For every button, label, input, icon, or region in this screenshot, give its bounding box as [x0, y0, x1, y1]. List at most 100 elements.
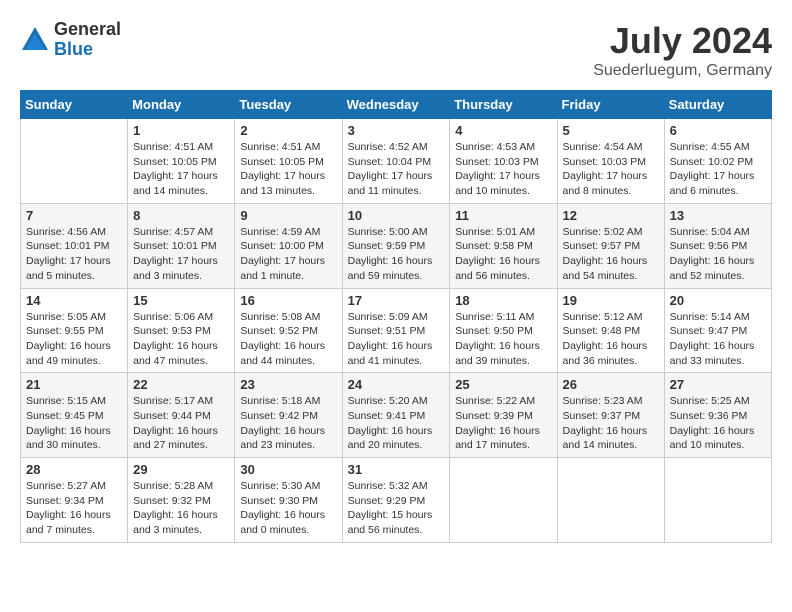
day-info: Sunrise: 5:12 AMSunset: 9:48 PMDaylight:…: [563, 310, 659, 369]
header-saturday: Saturday: [664, 91, 771, 119]
day-number: 13: [670, 208, 766, 223]
calendar-cell-w5-d5: [450, 458, 557, 543]
header-sunday: Sunday: [21, 91, 128, 119]
day-info: Sunrise: 5:30 AMSunset: 9:30 PMDaylight:…: [240, 479, 336, 538]
day-number: 18: [455, 293, 551, 308]
calendar-cell-w4-d3: 23Sunrise: 5:18 AMSunset: 9:42 PMDayligh…: [235, 373, 342, 458]
day-info: Sunrise: 5:14 AMSunset: 9:47 PMDaylight:…: [670, 310, 766, 369]
day-info: Sunrise: 4:53 AMSunset: 10:03 PMDaylight…: [455, 140, 551, 199]
day-info: Sunrise: 4:52 AMSunset: 10:04 PMDaylight…: [348, 140, 445, 199]
day-info: Sunrise: 5:00 AMSunset: 9:59 PMDaylight:…: [348, 225, 445, 284]
calendar-week-1: 1Sunrise: 4:51 AMSunset: 10:05 PMDayligh…: [21, 119, 772, 204]
calendar-cell-w2-d7: 13 Sunrise: 5:04 AMSunset: 9:56 PMDayligh…: [664, 203, 771, 288]
day-number: 25: [455, 377, 551, 392]
calendar-cell-w1-d5: 4 Sunrise: 4:53 AMSunset: 10:03 PMDayligh…: [450, 119, 557, 204]
calendar-cell-w3-d4: 17 Sunrise: 5:09 AMSunset: 9:51 PMDayligh…: [342, 288, 450, 373]
calendar-table: Sunday Monday Tuesday Wednesday Thursday…: [20, 90, 772, 543]
day-info: Sunrise: 5:11 AMSunset: 9:50 PMDaylight:…: [455, 310, 551, 369]
day-number: 8: [133, 208, 229, 223]
calendar-week-5: 28 Sunrise: 5:27 AMSunset: 9:34 PMDayligh…: [21, 458, 772, 543]
calendar-week-4: 21 Sunrise: 5:15 AMSunset: 9:45 PMDayligh…: [21, 373, 772, 458]
day-info: Sunrise: 4:51 AMSunset: 10:05 PMDaylight…: [133, 140, 229, 199]
calendar-cell-w5-d2: 29Sunrise: 5:28 AMSunset: 9:32 PMDayligh…: [128, 458, 235, 543]
month-year-title: July 2024: [593, 20, 772, 62]
day-info: Sunrise: 5:04 AMSunset: 9:56 PMDaylight:…: [670, 225, 766, 284]
day-info: Sunrise: 5:15 AMSunset: 9:45 PMDaylight:…: [26, 394, 122, 453]
header-monday: Monday: [128, 91, 235, 119]
day-info: Sunrise: 4:55 AMSunset: 10:02 PMDaylight…: [670, 140, 766, 199]
calendar-cell-w4-d1: 21 Sunrise: 5:15 AMSunset: 9:45 PMDayligh…: [21, 373, 128, 458]
day-number: 15: [133, 293, 229, 308]
calendar-cell-w5-d7: [664, 458, 771, 543]
header-tuesday: Tuesday: [235, 91, 342, 119]
calendar-week-3: 14 Sunrise: 5:05 AMSunset: 9:55 PMDayligh…: [21, 288, 772, 373]
calendar-cell-w3-d7: 20 Sunrise: 5:14 AMSunset: 9:47 PMDayligh…: [664, 288, 771, 373]
day-info: Sunrise: 5:20 AMSunset: 9:41 PMDaylight:…: [348, 394, 445, 453]
calendar-cell-w3-d2: 15 Sunrise: 5:06 AMSunset: 9:53 PMDayligh…: [128, 288, 235, 373]
logo: General Blue: [20, 20, 121, 60]
day-info: Sunrise: 4:56 AMSunset: 10:01 PMDaylight…: [26, 225, 122, 284]
calendar-cell-w2-d3: 9 Sunrise: 4:59 AMSunset: 10:00 PMDayligh…: [235, 203, 342, 288]
day-number: 20: [670, 293, 766, 308]
day-info: Sunrise: 5:23 AMSunset: 9:37 PMDaylight:…: [563, 394, 659, 453]
header-friday: Friday: [557, 91, 664, 119]
calendar-cell-w4-d6: 26Sunrise: 5:23 AMSunset: 9:37 PMDayligh…: [557, 373, 664, 458]
day-number: 12: [563, 208, 659, 223]
logo-icon: [20, 25, 50, 55]
calendar-cell-w2-d1: 7 Sunrise: 4:56 AMSunset: 10:01 PMDayligh…: [21, 203, 128, 288]
day-info: Sunrise: 4:54 AMSunset: 10:03 PMDaylight…: [563, 140, 659, 199]
day-number: 21: [26, 377, 122, 392]
calendar-cell-w2-d6: 12 Sunrise: 5:02 AMSunset: 9:57 PMDayligh…: [557, 203, 664, 288]
day-number: 30: [240, 462, 336, 477]
calendar-cell-w1-d2: 1Sunrise: 4:51 AMSunset: 10:05 PMDayligh…: [128, 119, 235, 204]
day-info: Sunrise: 5:09 AMSunset: 9:51 PMDaylight:…: [348, 310, 445, 369]
calendar-cell-w4-d5: 25 Sunrise: 5:22 AMSunset: 9:39 PMDayligh…: [450, 373, 557, 458]
day-info: Sunrise: 5:28 AMSunset: 9:32 PMDaylight:…: [133, 479, 229, 538]
header-wednesday: Wednesday: [342, 91, 450, 119]
calendar-cell-w1-d1: [21, 119, 128, 204]
day-number: 16: [240, 293, 336, 308]
day-number: 31: [348, 462, 445, 477]
calendar-cell-w4-d4: 24Sunrise: 5:20 AMSunset: 9:41 PMDayligh…: [342, 373, 450, 458]
day-number: 23: [240, 377, 336, 392]
day-info: Sunrise: 5:08 AMSunset: 9:52 PMDaylight:…: [240, 310, 336, 369]
calendar-cell-w3-d5: 18 Sunrise: 5:11 AMSunset: 9:50 PMDayligh…: [450, 288, 557, 373]
day-number: 11: [455, 208, 551, 223]
calendar-cell-w2-d5: 11 Sunrise: 5:01 AMSunset: 9:58 PMDayligh…: [450, 203, 557, 288]
title-block: July 2024 Suederluegum, Germany: [593, 20, 772, 80]
logo-general-text: General: [54, 20, 121, 40]
calendar-cell-w3-d1: 14 Sunrise: 5:05 AMSunset: 9:55 PMDayligh…: [21, 288, 128, 373]
day-info: Sunrise: 5:25 AMSunset: 9:36 PMDaylight:…: [670, 394, 766, 453]
calendar-cell-w4-d7: 27Sunrise: 5:25 AMSunset: 9:36 PMDayligh…: [664, 373, 771, 458]
day-info: Sunrise: 5:22 AMSunset: 9:39 PMDaylight:…: [455, 394, 551, 453]
day-number: 5: [563, 123, 659, 138]
calendar-week-2: 7 Sunrise: 4:56 AMSunset: 10:01 PMDayligh…: [21, 203, 772, 288]
calendar-cell-w2-d2: 8Sunrise: 4:57 AMSunset: 10:01 PMDayligh…: [128, 203, 235, 288]
day-info: Sunrise: 4:59 AMSunset: 10:00 PMDaylight…: [240, 225, 336, 284]
day-number: 4: [455, 123, 551, 138]
day-info: Sunrise: 5:01 AMSunset: 9:58 PMDaylight:…: [455, 225, 551, 284]
day-number: 9: [240, 208, 336, 223]
calendar-cell-w2-d4: 10 Sunrise: 5:00 AMSunset: 9:59 PMDayligh…: [342, 203, 450, 288]
calendar-cell-w1-d4: 3 Sunrise: 4:52 AMSunset: 10:04 PMDayligh…: [342, 119, 450, 204]
day-number: 7: [26, 208, 122, 223]
calendar-cell-w5-d3: 30 Sunrise: 5:30 AMSunset: 9:30 PMDayligh…: [235, 458, 342, 543]
calendar-cell-w5-d6: [557, 458, 664, 543]
day-number: 22: [133, 377, 229, 392]
day-number: 3: [348, 123, 445, 138]
calendar-cell-w4-d2: 22Sunrise: 5:17 AMSunset: 9:44 PMDayligh…: [128, 373, 235, 458]
calendar-cell-w1-d7: 6 Sunrise: 4:55 AMSunset: 10:02 PMDayligh…: [664, 119, 771, 204]
day-info: Sunrise: 5:27 AMSunset: 9:34 PMDaylight:…: [26, 479, 122, 538]
day-number: 19: [563, 293, 659, 308]
day-info: Sunrise: 5:32 AMSunset: 9:29 PMDaylight:…: [348, 479, 445, 538]
logo-blue-text: Blue: [54, 40, 121, 60]
day-info: Sunrise: 5:02 AMSunset: 9:57 PMDaylight:…: [563, 225, 659, 284]
day-number: 14: [26, 293, 122, 308]
day-info: Sunrise: 5:05 AMSunset: 9:55 PMDaylight:…: [26, 310, 122, 369]
day-number: 2: [240, 123, 336, 138]
day-number: 10: [348, 208, 445, 223]
day-number: 28: [26, 462, 122, 477]
day-number: 6: [670, 123, 766, 138]
day-info: Sunrise: 5:06 AMSunset: 9:53 PMDaylight:…: [133, 310, 229, 369]
day-number: 17: [348, 293, 445, 308]
